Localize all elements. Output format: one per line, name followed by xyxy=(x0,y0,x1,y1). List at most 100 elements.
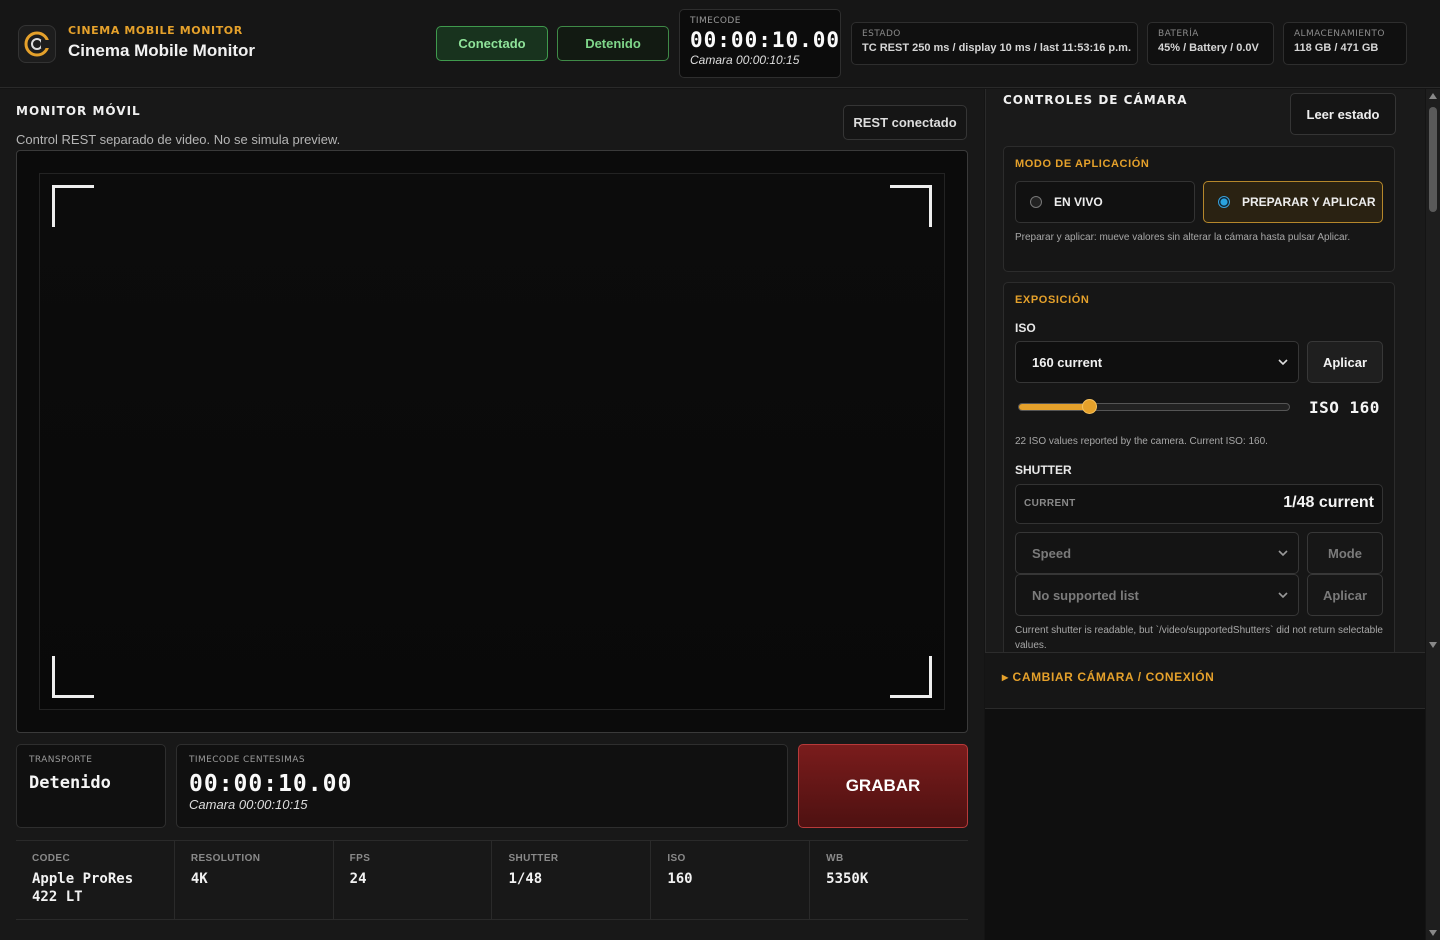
apply-mode-title: MODO DE APLICACIÓN xyxy=(1015,158,1150,170)
scroll-down-icon[interactable] xyxy=(1429,930,1437,936)
controls-scrollbar[interactable] xyxy=(1426,89,1440,652)
storage-value: 118 GB / 471 GB xyxy=(1294,42,1379,54)
estado-box: ESTADO TC REST 250 ms / display 10 ms / … xyxy=(851,22,1138,65)
brand-eyebrow: CINEMA MOBILE MONITOR xyxy=(68,24,243,37)
spec-label: SHUTTER xyxy=(508,853,559,864)
frame-corner-top-left xyxy=(52,185,94,227)
app-header: CINEMA MOBILE MONITOR Cinema Mobile Moni… xyxy=(0,0,1440,88)
shutter-label: SHUTTER xyxy=(1015,463,1072,477)
spec-value: Apple ProRes 422 LT xyxy=(32,871,134,905)
page-scrollbar[interactable] xyxy=(1426,652,1440,940)
exposure-title: EXPOSICIÓN xyxy=(1015,294,1090,306)
spec-shutter: SHUTTER 1/48 xyxy=(492,841,652,919)
spec-iso: ISO 160 xyxy=(651,841,811,919)
iso-select-value: 160 current xyxy=(1032,354,1103,370)
mode-prepare-label: PREPARAR Y APLICAR xyxy=(1242,195,1376,209)
iso-select[interactable]: 160 current xyxy=(1015,341,1299,383)
spec-value: 1/48 xyxy=(508,871,543,887)
timecode-cent-label: TIMECODE CENTESIMAS xyxy=(189,755,305,765)
spec-value: 5350K xyxy=(826,871,869,887)
monitor-title: MONITOR MÓVIL xyxy=(16,104,141,118)
estado-value: TC REST 250 ms / display 10 ms / last 11… xyxy=(862,42,1132,54)
timecode-label: TIMECODE xyxy=(690,16,741,26)
spec-strip: CODEC Apple ProRes 422 LT RESOLUTION 4K … xyxy=(16,840,968,920)
read-state-button[interactable]: Leer estado xyxy=(1290,93,1396,135)
scroll-up-icon[interactable] xyxy=(1429,93,1437,99)
camera-logo-icon xyxy=(24,31,51,57)
shutter-current-box: CURRENT 1/48 current xyxy=(1015,484,1383,524)
iso-slider-fill xyxy=(1019,404,1090,410)
mode-live-radio[interactable]: EN VIVO xyxy=(1015,181,1195,223)
spec-resolution: RESOLUTION 4K xyxy=(175,841,334,919)
shutter-current-value: 1/48 current xyxy=(1283,494,1374,511)
timecode-cent-value: 00:00:10.00 xyxy=(189,771,353,797)
battery-label: BATERÍA xyxy=(1158,29,1199,39)
apply-mode-group: MODO DE APLICACIÓN EN VIVO PREPARAR Y AP… xyxy=(1003,146,1395,272)
mode-live-label: EN VIVO xyxy=(1054,195,1103,209)
transport-label: TRANSPORTE xyxy=(29,755,93,765)
iso-note: 22 ISO values reported by the camera. Cu… xyxy=(1015,436,1268,447)
frame-corner-top-right xyxy=(890,185,932,227)
scrollbar-thumb[interactable] xyxy=(1429,107,1437,212)
spec-value: 24 xyxy=(349,871,367,887)
shutter-apply-button[interactable]: Aplicar xyxy=(1307,574,1383,616)
iso-readout: ISO 160 xyxy=(1309,398,1380,417)
timecode-value: 00:00:10.00 xyxy=(690,28,841,52)
iso-slider-handle[interactable] xyxy=(1081,399,1097,414)
video-frame xyxy=(39,173,945,710)
monitor-subtitle: Control REST separado de video. No se si… xyxy=(16,132,341,147)
spec-value: 160 xyxy=(667,871,693,887)
controls-scroll-area[interactable]: CONTROLES DE CÁMARA Leer estado MODO DE … xyxy=(986,89,1426,652)
shutter-mode-button[interactable]: Mode xyxy=(1307,532,1383,574)
app-title: Cinema Mobile Monitor xyxy=(68,41,255,60)
spec-label: RESOLUTION xyxy=(190,853,261,864)
shutter-supported-value: No supported list xyxy=(1032,587,1139,603)
spec-wb: WB 5350K xyxy=(810,841,968,919)
frame-corner-bottom-right xyxy=(890,656,932,698)
radio-on-icon xyxy=(1218,196,1230,208)
chevron-down-icon xyxy=(1278,550,1288,557)
scroll-down-icon[interactable] xyxy=(1429,642,1437,648)
chevron-down-icon xyxy=(1278,592,1288,599)
timecode-cent-card: TIMECODE CENTESIMAS 00:00:10.00 Camara 0… xyxy=(176,744,788,828)
timecode-cent-camera: Camara 00:00:10:15 xyxy=(189,797,308,812)
controls-title: CONTROLES DE CÁMARA xyxy=(1003,93,1188,107)
spec-codec: CODEC Apple ProRes 422 LT xyxy=(16,841,175,919)
rest-connected-button[interactable]: REST conectado xyxy=(843,105,967,140)
iso-slider[interactable] xyxy=(1018,399,1290,414)
transport-card: TRANSPORTE Detenido xyxy=(16,744,166,828)
spec-label: ISO xyxy=(667,853,686,864)
radio-off-icon xyxy=(1030,196,1042,208)
video-monitor xyxy=(16,150,968,733)
spec-label: CODEC xyxy=(32,853,71,864)
estado-label: ESTADO xyxy=(862,29,901,39)
iso-label: ISO xyxy=(1015,321,1036,335)
iso-apply-button[interactable]: Aplicar xyxy=(1307,341,1383,383)
record-button[interactable]: GRABAR xyxy=(798,744,968,828)
connection-status-badge: Conectado xyxy=(436,26,548,61)
chevron-down-icon xyxy=(1278,359,1288,366)
exposure-group: EXPOSICIÓN ISO 160 current Aplicar ISO 1… xyxy=(1003,282,1395,652)
battery-box: BATERÍA 45% / Battery / 0.0V xyxy=(1147,22,1274,65)
apply-mode-note: Preparar y aplicar: mueve valores sin al… xyxy=(1015,232,1351,243)
camera-timecode: Camara 00:00:10:15 xyxy=(690,53,800,67)
spec-value: 4K xyxy=(190,871,208,887)
storage-label: ALMACENAMIENTO xyxy=(1294,29,1385,39)
spec-fps: FPS 24 xyxy=(334,841,493,919)
camera-connection-toggle[interactable]: ▸ CAMBIAR CÁMARA / CONEXIÓN xyxy=(985,652,1425,709)
spec-label: WB xyxy=(826,853,844,864)
storage-box: ALMACENAMIENTO 118 GB / 471 GB xyxy=(1283,22,1407,65)
shutter-speed-value: Speed xyxy=(1032,545,1072,561)
shutter-note: Current shutter is readable, but `/video… xyxy=(1015,625,1383,651)
shutter-speed-select[interactable]: Speed xyxy=(1015,532,1299,574)
shutter-supported-select[interactable]: No supported list xyxy=(1015,574,1299,616)
frame-corner-bottom-left xyxy=(52,656,94,698)
mode-prepare-radio[interactable]: PREPARAR Y APLICAR xyxy=(1203,181,1383,223)
transport-status-badge: Detenido xyxy=(557,26,669,61)
app-logo xyxy=(18,25,56,63)
camera-connection-body xyxy=(985,709,1425,940)
monitor-panel: MONITOR MÓVIL Control REST separado de v… xyxy=(0,89,984,940)
spec-label: FPS xyxy=(349,853,371,864)
shutter-current-label: CURRENT xyxy=(1024,498,1076,509)
timecode-display: TIMECODE 00:00:10.00 Camara 00:00:10:15 xyxy=(679,9,841,78)
